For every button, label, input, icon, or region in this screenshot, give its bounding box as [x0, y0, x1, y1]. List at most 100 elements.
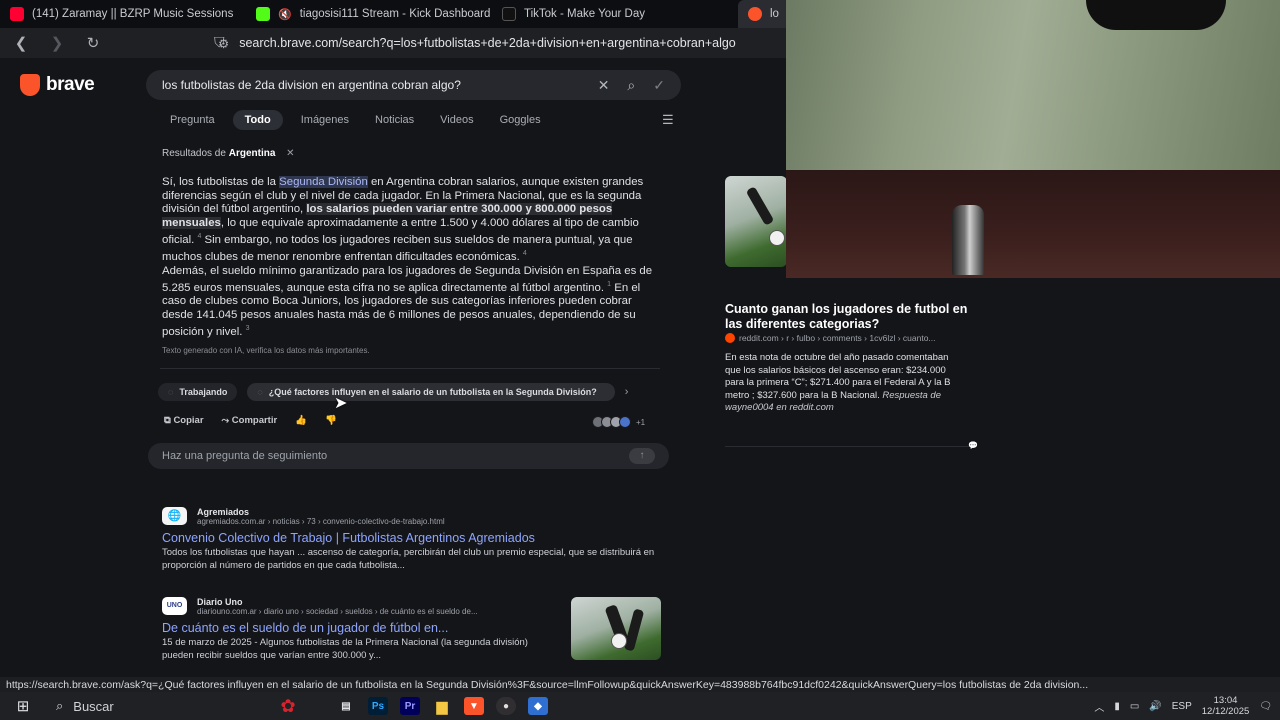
- globe-icon: 🌐: [162, 507, 187, 525]
- tab-tiktok[interactable]: TikTok - Make Your Day: [492, 0, 738, 28]
- mute-icon[interactable]: 🔇: [278, 8, 292, 21]
- share-button[interactable]: ⤳ Compartir: [222, 415, 278, 426]
- search-highlight-icon[interactable]: ✿: [260, 695, 316, 717]
- result-title[interactable]: De cuánto es el sueldo de un jugador de …: [162, 621, 562, 635]
- tab-kick[interactable]: 🔇 tiagosisi111 Stream - Kick Dashboard: [246, 0, 492, 28]
- tab-goggles[interactable]: Goggles: [492, 110, 549, 130]
- result-title[interactable]: Convenio Colectivo de Trabajo | Futbolis…: [162, 531, 662, 545]
- check-icon[interactable]: ✓: [653, 77, 665, 94]
- tab-title: lo: [770, 8, 779, 20]
- side-thumbnail[interactable]: [725, 176, 787, 267]
- forward-icon[interactable]: ❯: [42, 34, 72, 52]
- youtube-icon: [10, 7, 24, 21]
- chip-label: Trabajando: [179, 387, 228, 397]
- tab-videos[interactable]: Videos: [432, 110, 481, 130]
- windows-start-icon[interactable]: ⊞: [0, 697, 46, 715]
- notifications-icon[interactable]: 🗨: [1259, 701, 1272, 712]
- chip-label[interactable]: ¿Qué factores influyen en el salario de …: [269, 387, 597, 397]
- clock[interactable]: 13:04 12/12/2025: [1202, 695, 1250, 717]
- followup-placeholder[interactable]: Haz una pregunta de seguimiento: [162, 450, 327, 462]
- blue-app-icon[interactable]: ◆: [522, 694, 554, 718]
- side-result-title[interactable]: Cuanto ganan los jugadores de futbol en …: [725, 302, 985, 332]
- thumbs-up-icon[interactable]: 👍: [295, 415, 307, 426]
- region-country: Argentina: [228, 148, 276, 159]
- football: [611, 633, 627, 649]
- obs-icon[interactable]: ●: [490, 694, 522, 718]
- taskbar-search-label: Buscar: [73, 698, 114, 714]
- windows-taskbar: ⊞ ⌕ Buscar ✿ ▤ Ps Pr ▆ ▼ ● ◆ ︿ ▮ ▭ 🔊 ESP…: [0, 692, 1280, 720]
- player-leg: [745, 186, 775, 226]
- side-result-description: En esta nota de octubre del año pasado c…: [725, 352, 965, 415]
- address-url[interactable]: search.brave.com/search?q=los+futbolista…: [239, 36, 736, 50]
- tab-noticias[interactable]: Noticias: [367, 110, 422, 130]
- tab-youtube[interactable]: (141) Zaramay || BZRP Music Sessions: [0, 0, 246, 28]
- language-indicator[interactable]: ESP: [1172, 701, 1192, 712]
- spinner-icon: ◌: [257, 387, 263, 397]
- thumbs-down-icon[interactable]: 👎: [325, 415, 337, 426]
- search-icon[interactable]: ⌕: [627, 77, 635, 94]
- usb-icon[interactable]: ▮: [1114, 701, 1120, 712]
- search-input[interactable]: los futbolistas de 2da division en argen…: [162, 78, 580, 92]
- comment-icon[interactable]: 💬: [968, 441, 978, 450]
- more-sources-count: +1: [636, 417, 646, 427]
- ai-answer: Sí, los futbolistas de la Segunda Divisi…: [162, 176, 662, 340]
- tiktok-icon: [502, 7, 516, 21]
- citation-ref[interactable]: 4: [523, 250, 527, 257]
- answer-text: Sí, los futbolistas de la: [162, 176, 280, 188]
- brave-logo[interactable]: brave: [20, 74, 95, 96]
- brand-name: brave: [46, 74, 95, 95]
- file-explorer-icon[interactable]: ▆: [426, 694, 458, 718]
- result-source[interactable]: 🌐 Agremiados agremiados.com.ar › noticia…: [162, 507, 662, 527]
- copy-label: Copiar: [173, 415, 204, 426]
- side-result-url: reddit.com › r › fulbo › comments › 1cv6…: [739, 333, 936, 343]
- followup-input[interactable]: Haz una pregunta de seguimiento ↑: [148, 443, 669, 469]
- tab-imagenes[interactable]: Imágenes: [293, 110, 357, 130]
- address-bar[interactable]: ⚙ search.brave.com/search?q=los+futbolis…: [218, 36, 736, 51]
- region-prefix: Resultados de: [162, 148, 226, 159]
- diario-uno-icon: UNO: [162, 597, 187, 615]
- reddit-icon: [725, 333, 735, 343]
- result-url: agremiados.com.ar › noticias › 73 › conv…: [197, 517, 445, 526]
- share-icon: ⤳: [221, 415, 232, 426]
- remove-region-icon[interactable]: ✕: [286, 148, 294, 159]
- answer-actions: ⧉ Copiar ⤳ Compartir 👍 👎: [164, 415, 337, 426]
- chevron-right-icon[interactable]: ›: [625, 386, 629, 398]
- taskbar-search[interactable]: ⌕ Buscar: [46, 698, 246, 714]
- task-view-icon[interactable]: ▤: [330, 694, 362, 718]
- bookmark-icon[interactable]: ⛉: [214, 34, 225, 51]
- brave-browser-icon[interactable]: ▼: [458, 694, 490, 718]
- copy-button[interactable]: ⧉ Copiar: [164, 415, 204, 426]
- tab-title: tiagosisi111 Stream - Kick Dashboard: [299, 8, 491, 20]
- mouse-cursor-icon: ➤: [334, 395, 348, 412]
- result-source-name: Diario Uno: [197, 597, 243, 607]
- search-bar[interactable]: los futbolistas de 2da division en argen…: [146, 70, 681, 100]
- region-indicator: Resultados de Argentina ✕: [162, 148, 295, 159]
- webcam-shadow: [1086, 0, 1226, 30]
- side-result-source[interactable]: reddit.com › r › fulbo › comments › 1cv6…: [725, 333, 936, 343]
- result-thumbnail[interactable]: [571, 597, 661, 660]
- brave-lion-icon: [20, 74, 40, 96]
- network-icon[interactable]: ▭: [1130, 701, 1139, 712]
- chevron-up-icon[interactable]: ︿: [1094, 699, 1104, 714]
- clear-icon[interactable]: ✕: [598, 77, 610, 94]
- answer-highlight[interactable]: Segunda División: [279, 176, 368, 188]
- suggested-question-chip[interactable]: ◌ ¿Qué factores influyen en el salario d…: [247, 383, 615, 401]
- photoshop-icon[interactable]: Ps: [362, 694, 394, 718]
- followup-suggestions: ◌ Trabajando ◌ ¿Qué factores influyen en…: [158, 383, 628, 401]
- citation-ref[interactable]: 3: [246, 325, 250, 332]
- send-arrow-icon[interactable]: ↑: [629, 448, 655, 464]
- result-source[interactable]: UNO Diario Uno diariouno.com.ar › diario…: [162, 597, 562, 617]
- webcam-floor: [786, 170, 1280, 278]
- back-icon[interactable]: ❮: [6, 34, 36, 52]
- volume-icon[interactable]: 🔊: [1149, 701, 1161, 712]
- result-description: Todos los futbolistas que hayan ... asce…: [162, 547, 655, 571]
- tab-pregunta[interactable]: Pregunta: [162, 110, 223, 130]
- reload-icon[interactable]: ↻: [78, 34, 108, 52]
- filter-settings-icon[interactable]: ☰: [662, 112, 674, 128]
- premiere-icon[interactable]: Pr: [394, 694, 426, 718]
- tab-todo[interactable]: Todo: [232, 110, 283, 130]
- divider: [160, 368, 660, 369]
- source-avatar: [619, 416, 631, 428]
- tab-title: TikTok - Make Your Day: [524, 8, 646, 20]
- source-avatars[interactable]: +1: [592, 416, 645, 428]
